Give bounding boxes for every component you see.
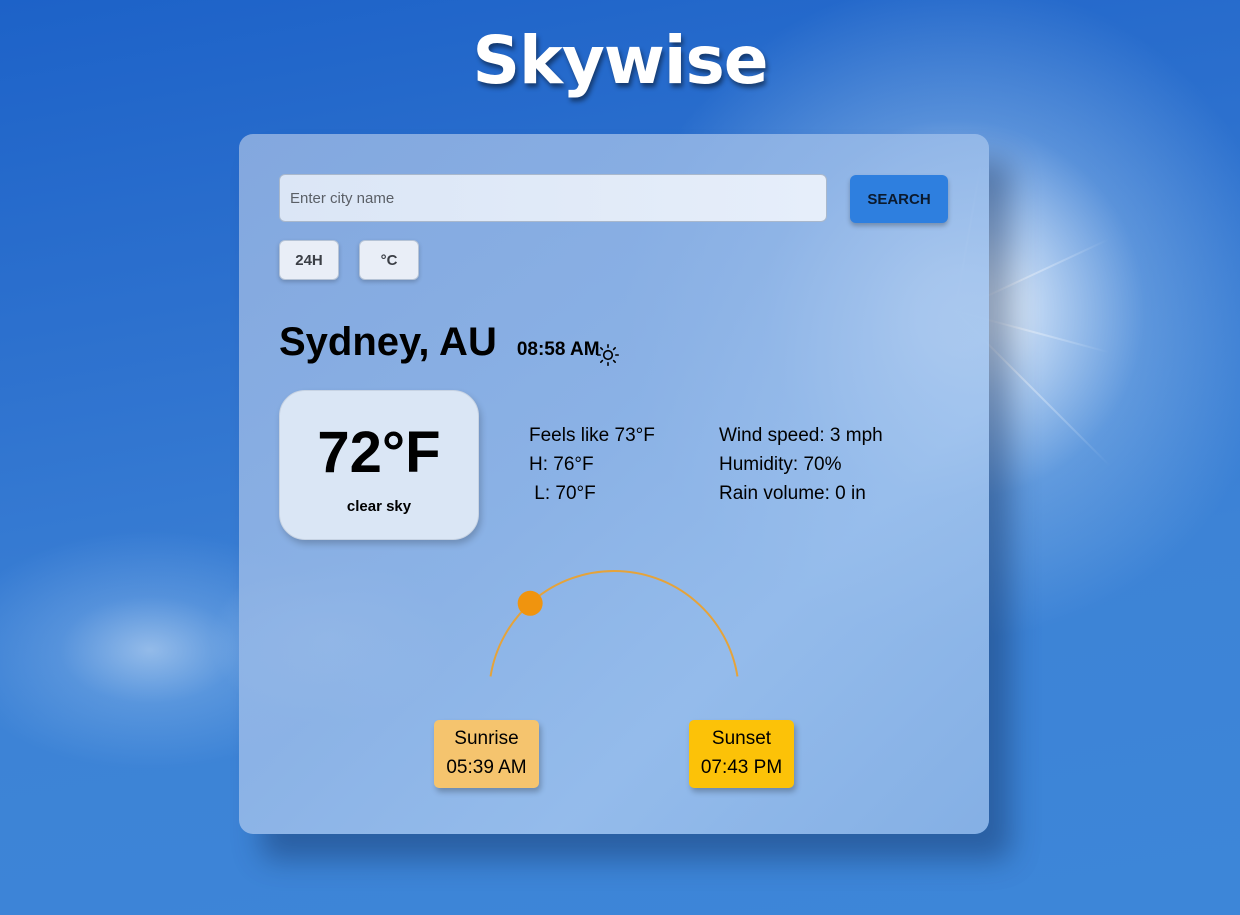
temperature-unit-toggle-button[interactable]: °C bbox=[359, 240, 419, 280]
sunset-label: Sunset bbox=[711, 728, 772, 749]
temperature-value: 72°F bbox=[317, 420, 441, 485]
weather-description: clear sky bbox=[346, 498, 412, 515]
sun-path-arc bbox=[489, 570, 739, 677]
location-header: Sydney, AU 08:58 AM bbox=[279, 320, 600, 372]
local-time: 08:58 AM bbox=[516, 339, 600, 360]
sunrise-badge: Sunrise 05:39 AM bbox=[434, 720, 539, 788]
sunrise-label: Sunrise bbox=[454, 728, 519, 749]
sunset-badge: Sunset 07:43 PM bbox=[689, 720, 794, 788]
wind-speed: Wind speed: 3 mph bbox=[719, 425, 883, 446]
time-format-toggle-button[interactable]: 24H bbox=[279, 240, 339, 280]
sunset-time: 07:43 PM bbox=[700, 757, 783, 778]
search-button[interactable]: SEARCH bbox=[850, 175, 948, 223]
humidity: Humidity: 70% bbox=[719, 454, 842, 475]
sun-icon bbox=[596, 343, 620, 367]
sun-position-marker bbox=[517, 590, 543, 616]
rain-volume: Rain volume: 0 in bbox=[719, 483, 866, 504]
high-temperature: H: 76°F bbox=[529, 454, 594, 475]
app-title: Skywise bbox=[472, 22, 768, 99]
current-temperature-card: 72°F clear sky bbox=[279, 390, 479, 540]
feels-like: Feels like 73°F bbox=[529, 425, 655, 446]
city-search-input[interactable] bbox=[279, 174, 827, 222]
low-temperature: L: 70°F bbox=[529, 483, 596, 504]
weather-card: SEARCH 24H °C Sydney, AU 08:58 AM 72°F c… bbox=[239, 134, 989, 834]
city-name: Sydney, AU bbox=[279, 320, 497, 364]
sunrise-time: 05:39 AM bbox=[446, 757, 527, 778]
